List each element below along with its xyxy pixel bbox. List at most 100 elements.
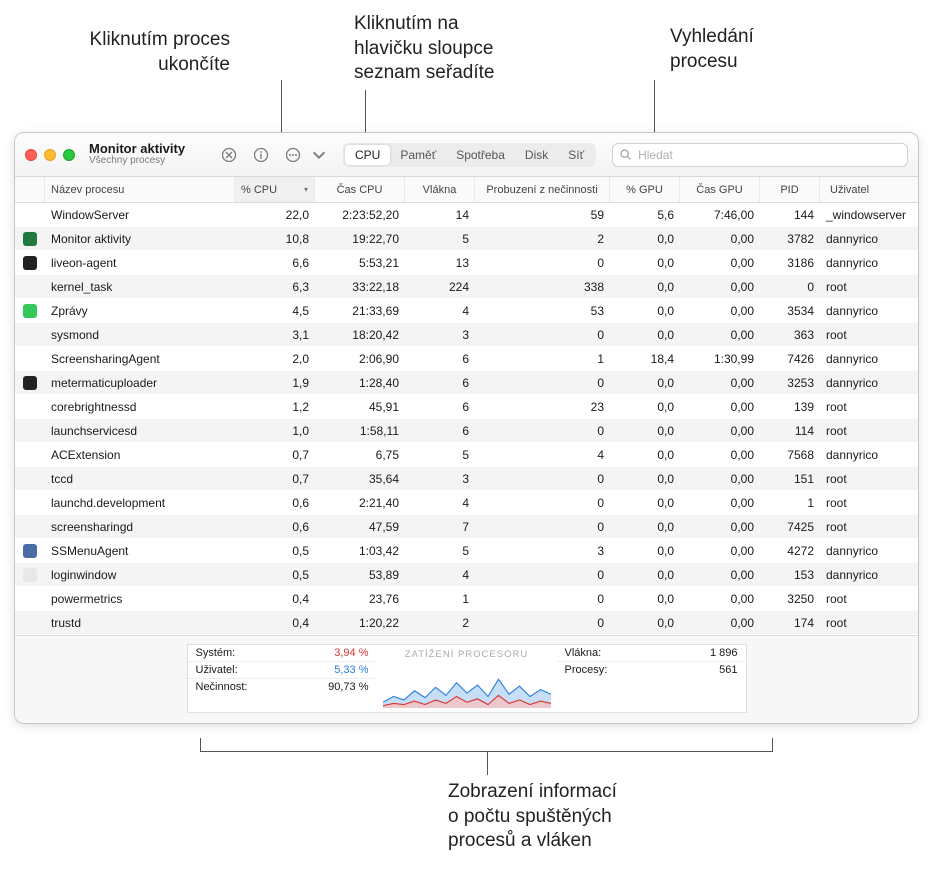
tab-spotřeba[interactable]: Spotřeba (446, 145, 515, 165)
cell-cpu-percent: 0,7 (235, 448, 315, 462)
table-row[interactable]: tccd 0,7 35,64 3 0 0,0 0,00 151 root (15, 467, 918, 491)
cell-pid: 3534 (760, 304, 820, 318)
cell-cpu-time: 5:53,21 (315, 256, 405, 270)
cell-user: dannyrico (820, 352, 918, 366)
cell-process-name: SSMenuAgent (45, 544, 235, 558)
cell-gpu-time: 0,00 (680, 400, 760, 414)
cell-icon (15, 568, 45, 582)
count-value: 561 (719, 664, 737, 676)
cell-icon (15, 232, 45, 246)
cell-cpu-percent: 4,5 (235, 304, 315, 318)
cell-gpu-time: 0,00 (680, 568, 760, 582)
cell-cpu-time: 35,64 (315, 472, 405, 486)
stop-process-button[interactable] (217, 144, 241, 166)
cell-process-name: liveon-agent (45, 256, 235, 270)
cell-cpu-percent: 0,7 (235, 472, 315, 486)
tab-cpu[interactable]: CPU (345, 145, 390, 165)
column-cpu-time[interactable]: Čas CPU (315, 177, 405, 202)
cell-idle-wake: 0 (475, 328, 610, 342)
column-idle-wake[interactable]: Probuzení z nečinnosti (475, 177, 610, 202)
cell-cpu-time: 2:06,90 (315, 352, 405, 366)
cell-threads: 6 (405, 352, 475, 366)
cell-cpu-time: 1:28,40 (315, 376, 405, 390)
cell-gpu-time: 0,00 (680, 448, 760, 462)
table-row[interactable]: corebrightnessd 1,2 45,91 6 23 0,0 0,00 … (15, 395, 918, 419)
column-gpu-percent[interactable]: % GPU (610, 177, 680, 202)
cell-process-name: screensharingd (45, 520, 235, 534)
cell-pid: 4272 (760, 544, 820, 558)
cell-user: root (820, 496, 918, 510)
table-row[interactable]: screensharingd 0,6 47,59 7 0 0,0 0,00 74… (15, 515, 918, 539)
cell-idle-wake: 59 (475, 208, 610, 222)
table-row[interactable]: WindowServer 22,0 2:23:52,20 14 59 5,6 7… (15, 203, 918, 227)
more-options-button[interactable] (281, 144, 305, 166)
cell-pid: 7425 (760, 520, 820, 534)
table-row[interactable]: kernel_task 6,3 33:22,18 224 338 0,0 0,0… (15, 275, 918, 299)
tab-síť[interactable]: Síť (558, 145, 594, 165)
column-process-name[interactable]: Název procesu (45, 177, 235, 202)
cell-gpu-time: 0,00 (680, 304, 760, 318)
window-title: Monitor aktivity (89, 142, 209, 156)
cell-threads: 6 (405, 424, 475, 438)
cell-threads: 1 (405, 592, 475, 606)
table-row[interactable]: ScreensharingAgent 2,0 2:06,90 6 1 18,4 … (15, 347, 918, 371)
table-row[interactable]: liveon-agent 6,6 5:53,21 13 0 0,0 0,00 3… (15, 251, 918, 275)
bracket-line (200, 738, 773, 752)
stat-value: 3,94 % (334, 647, 368, 659)
cell-pid: 3782 (760, 232, 820, 246)
table-row[interactable]: Zprávy 4,5 21:33,69 4 53 0,0 0,00 3534 d… (15, 299, 918, 323)
close-window-button[interactable] (25, 149, 37, 161)
table-row[interactable]: ACExtension 0,7 6,75 5 4 0,0 0,00 7568 d… (15, 443, 918, 467)
cell-user: root (820, 280, 918, 294)
cell-idle-wake: 0 (475, 256, 610, 270)
cell-cpu-time: 2:23:52,20 (315, 208, 405, 222)
cell-idle-wake: 3 (475, 544, 610, 558)
table-row[interactable]: metermaticuploader 1,9 1:28,40 6 0 0,0 0… (15, 371, 918, 395)
tab-paměť[interactable]: Paměť (390, 145, 446, 165)
table-row[interactable]: launchd.development 0,6 2:21,40 4 0 0,0 … (15, 491, 918, 515)
chevron-down-icon[interactable] (307, 144, 331, 166)
search-input[interactable] (636, 147, 901, 163)
column-cpu-percent[interactable]: % CPU▾ (235, 177, 315, 202)
cell-process-name: kernel_task (45, 280, 235, 294)
table-row[interactable]: loginwindow 0,5 53,89 4 0 0,0 0,00 153 d… (15, 563, 918, 587)
search-field-wrap[interactable] (612, 143, 908, 167)
table-row[interactable]: trustd 0,4 1:20,22 2 0 0,0 0,00 174 root (15, 611, 918, 635)
cell-cpu-time: 1:20,22 (315, 616, 405, 630)
cell-idle-wake: 4 (475, 448, 610, 462)
cell-gpu-percent: 18,4 (610, 352, 680, 366)
process-table-body[interactable]: WindowServer 22,0 2:23:52,20 14 59 5,6 7… (15, 203, 918, 635)
table-row[interactable]: Monitor aktivity 10,8 19:22,70 5 2 0,0 0… (15, 227, 918, 251)
column-gpu-time[interactable]: Čas GPU (680, 177, 760, 202)
cell-user: dannyrico (820, 568, 918, 582)
table-row[interactable]: sysmond 3,1 18:20,42 3 0 0,0 0,00 363 ro… (15, 323, 918, 347)
tab-disk[interactable]: Disk (515, 145, 558, 165)
cell-process-name: powermetrics (45, 592, 235, 606)
info-button[interactable] (249, 144, 273, 166)
minimize-window-button[interactable] (44, 149, 56, 161)
cell-cpu-time: 1:58,11 (315, 424, 405, 438)
cell-gpu-percent: 0,0 (610, 304, 680, 318)
cell-pid: 0 (760, 280, 820, 294)
cell-user: root (820, 400, 918, 414)
process-icon (23, 376, 37, 390)
cpu-load-chart-panel: ZATÍŽENÍ PROCESORU (377, 644, 557, 713)
table-row[interactable]: SSMenuAgent 0,5 1:03,42 5 3 0,0 0,00 427… (15, 539, 918, 563)
cell-user: dannyrico (820, 256, 918, 270)
cell-user: root (820, 424, 918, 438)
cell-gpu-time: 0,00 (680, 592, 760, 606)
cell-threads: 5 (405, 232, 475, 246)
column-icon[interactable] (15, 177, 45, 202)
column-user[interactable]: Uživatel (820, 177, 918, 202)
callout-process-thread-counts: Zobrazení informacío počtu spuštěnýchpro… (448, 780, 708, 854)
table-row[interactable]: powermetrics 0,4 23,76 1 0 0,0 0,00 3250… (15, 587, 918, 611)
column-pid[interactable]: PID (760, 177, 820, 202)
column-threads[interactable]: Vlákna (405, 177, 475, 202)
table-row[interactable]: launchservicesd 1,0 1:58,11 6 0 0,0 0,00… (15, 419, 918, 443)
zoom-window-button[interactable] (63, 149, 75, 161)
process-icon (23, 304, 37, 318)
cell-cpu-percent: 0,5 (235, 544, 315, 558)
cell-process-name: ScreensharingAgent (45, 352, 235, 366)
cell-cpu-percent: 1,2 (235, 400, 315, 414)
cell-gpu-percent: 0,0 (610, 544, 680, 558)
